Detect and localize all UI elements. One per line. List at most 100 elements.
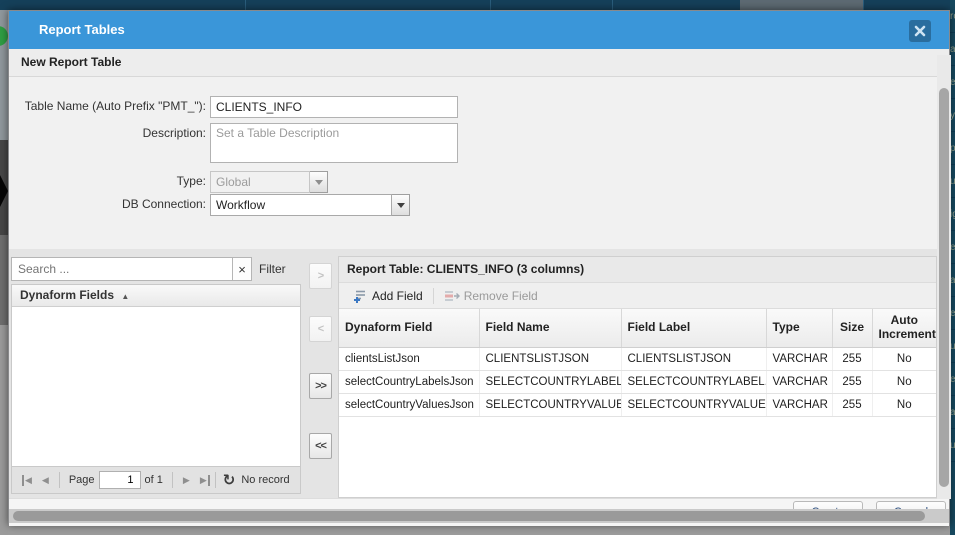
cell-dynaform-field: clientsListJson — [339, 347, 479, 370]
new-report-table-form: Table Name (Auto Prefix "PMT_"): Descrip… — [9, 77, 949, 249]
page-number-input[interactable] — [99, 471, 141, 489]
add-field-icon — [353, 289, 368, 303]
dynaform-fields-column-header[interactable]: Dynaform Fields ▲ — [12, 285, 300, 307]
page-count-label: of 1 — [145, 474, 163, 486]
background-column-divider — [863, 0, 864, 10]
dialog-title: Report Tables — [39, 11, 125, 49]
toolbar-divider — [215, 472, 216, 488]
close-icon — [914, 25, 926, 37]
background-segment — [0, 325, 8, 535]
type-value: Global — [210, 171, 310, 193]
toolbar-divider — [172, 472, 173, 488]
filter-button[interactable]: Filter — [259, 257, 286, 281]
background-column-divider — [612, 0, 613, 10]
move-all-right-button[interactable]: >> — [309, 373, 332, 399]
last-page-button[interactable]: ▶ — [195, 475, 210, 486]
add-field-label: Add Field — [372, 289, 423, 303]
cursor-arrow-icon — [0, 175, 8, 207]
next-page-button[interactable]: ▶ — [178, 475, 195, 486]
description-textarea[interactable] — [210, 123, 458, 163]
move-right-button[interactable]: > — [309, 263, 332, 289]
table-name-label: Table Name (Auto Prefix "PMT_"): — [9, 96, 206, 113]
db-connection-value: Workflow — [210, 194, 392, 216]
refresh-icon[interactable]: ↻ — [223, 471, 236, 489]
cell-size: 255 — [832, 370, 872, 393]
page-label: Page — [69, 474, 95, 486]
cell-type: VARCHAR — [766, 370, 832, 393]
table-name-input[interactable] — [210, 96, 458, 118]
cell-dynaform-field: selectCountryValuesJson — [339, 393, 479, 416]
background-logo-fragment — [0, 26, 8, 46]
previous-page-button[interactable]: ◀ — [37, 475, 54, 486]
background-text-fragment: ro — [950, 0, 955, 33]
report-table-toolbar: Add Field Remove Field — [339, 283, 936, 309]
type-dropdown-button[interactable] — [310, 171, 328, 193]
column-header-auto-increment[interactable]: Auto Increment — [872, 309, 936, 347]
remove-field-icon — [444, 289, 460, 303]
column-header-size[interactable]: Size — [832, 309, 872, 347]
cell-type: VARCHAR — [766, 347, 832, 370]
cell-field-label: SELECTCOUNTRYLABEL... — [621, 370, 766, 393]
dynaform-fields-grid: Dynaform Fields ▲ ◀ ◀ Page of 1 ▶ ▶ ↻ N — [11, 284, 301, 494]
horizontal-scrollbar[interactable] — [9, 509, 949, 523]
column-header-field-name[interactable]: Field Name — [479, 309, 621, 347]
cell-field-name: SELECTCOUNTRYVALUE... — [479, 393, 621, 416]
field-assignment-area: × Filter Dynaform Fields ▲ ◀ ◀ Page of 1 — [9, 249, 949, 498]
type-label: Type: — [9, 171, 206, 188]
remove-field-button[interactable]: Remove Field — [438, 287, 544, 305]
cell-auto-increment: No — [872, 370, 936, 393]
toolbar-divider — [433, 288, 434, 304]
background-table-header — [0, 0, 955, 10]
clear-search-button[interactable]: × — [232, 257, 252, 281]
report-table-panel-title: Report Table: CLIENTS_INFO (3 columns) — [339, 257, 936, 283]
pagination-toolbar: ◀ ◀ Page of 1 ▶ ▶ ↻ No record — [12, 466, 300, 493]
table-row[interactable]: selectCountryLabelsJson SELECTCOUNTRYLAB… — [339, 370, 936, 393]
column-header-field-label[interactable]: Field Label — [621, 309, 766, 347]
db-connection-label: DB Connection: — [9, 194, 206, 211]
background-column-divider — [245, 0, 246, 10]
dynaform-fields-header-label: Dynaform Fields — [20, 288, 114, 302]
move-left-button[interactable]: < — [309, 316, 332, 342]
cell-auto-increment: No — [872, 347, 936, 370]
db-connection-dropdown-button[interactable] — [392, 194, 410, 216]
report-columns-table: Dynaform Field Field Name Field Label Ty… — [339, 309, 936, 417]
cell-dynaform-field: selectCountryLabelsJson — [339, 370, 479, 393]
chevron-down-icon — [397, 203, 405, 208]
cell-field-label: SELECTCOUNTRYVALUE... — [621, 393, 766, 416]
horizontal-scrollbar-thumb[interactable] — [13, 511, 925, 521]
cell-auto-increment: No — [872, 393, 936, 416]
report-table-panel: Report Table: CLIENTS_INFO (3 columns) A… — [338, 256, 937, 498]
type-combobox[interactable]: Global — [210, 171, 328, 193]
background-column-divider — [490, 0, 491, 10]
cell-field-label: CLIENTSLISTJSON — [621, 347, 766, 370]
record-count-status: No record — [241, 474, 289, 486]
vertical-scrollbar[interactable] — [937, 55, 951, 499]
clear-icon: × — [238, 262, 246, 277]
section-title: New Report Table — [9, 49, 949, 77]
cell-size: 255 — [832, 347, 872, 370]
background-header-cell — [740, 0, 863, 10]
table-header-row: Dynaform Field Field Name Field Label Ty… — [339, 309, 936, 347]
column-header-dynaform-field[interactable]: Dynaform Field — [339, 309, 479, 347]
column-header-type[interactable]: Type — [766, 309, 832, 347]
search-input[interactable] — [11, 257, 233, 281]
chevron-down-icon — [315, 180, 323, 185]
close-button[interactable] — [909, 20, 931, 42]
db-connection-combobox[interactable]: Workflow — [210, 194, 410, 216]
remove-field-label: Remove Field — [464, 289, 538, 303]
cell-field-name: SELECTCOUNTRYLABEL... — [479, 370, 621, 393]
background-segment — [0, 235, 8, 325]
cell-type: VARCHAR — [766, 393, 832, 416]
move-all-left-button[interactable]: << — [309, 433, 332, 459]
vertical-scrollbar-thumb[interactable] — [939, 88, 949, 487]
screen: roareypuigeaeruerau Report Tables New Re… — [0, 0, 955, 535]
cell-field-name: CLIENTSLISTJSON — [479, 347, 621, 370]
table-row[interactable]: selectCountryValuesJson SELECTCOUNTRYVAL… — [339, 393, 936, 416]
first-page-button[interactable]: ◀ — [22, 475, 37, 486]
add-field-button[interactable]: Add Field — [347, 287, 429, 305]
dynaform-fields-list[interactable] — [12, 307, 300, 466]
table-row[interactable]: clientsListJson CLIENTSLISTJSON CLIENTSL… — [339, 347, 936, 370]
description-label: Description: — [9, 123, 206, 140]
toolbar-divider — [59, 472, 60, 488]
cell-size: 255 — [832, 393, 872, 416]
